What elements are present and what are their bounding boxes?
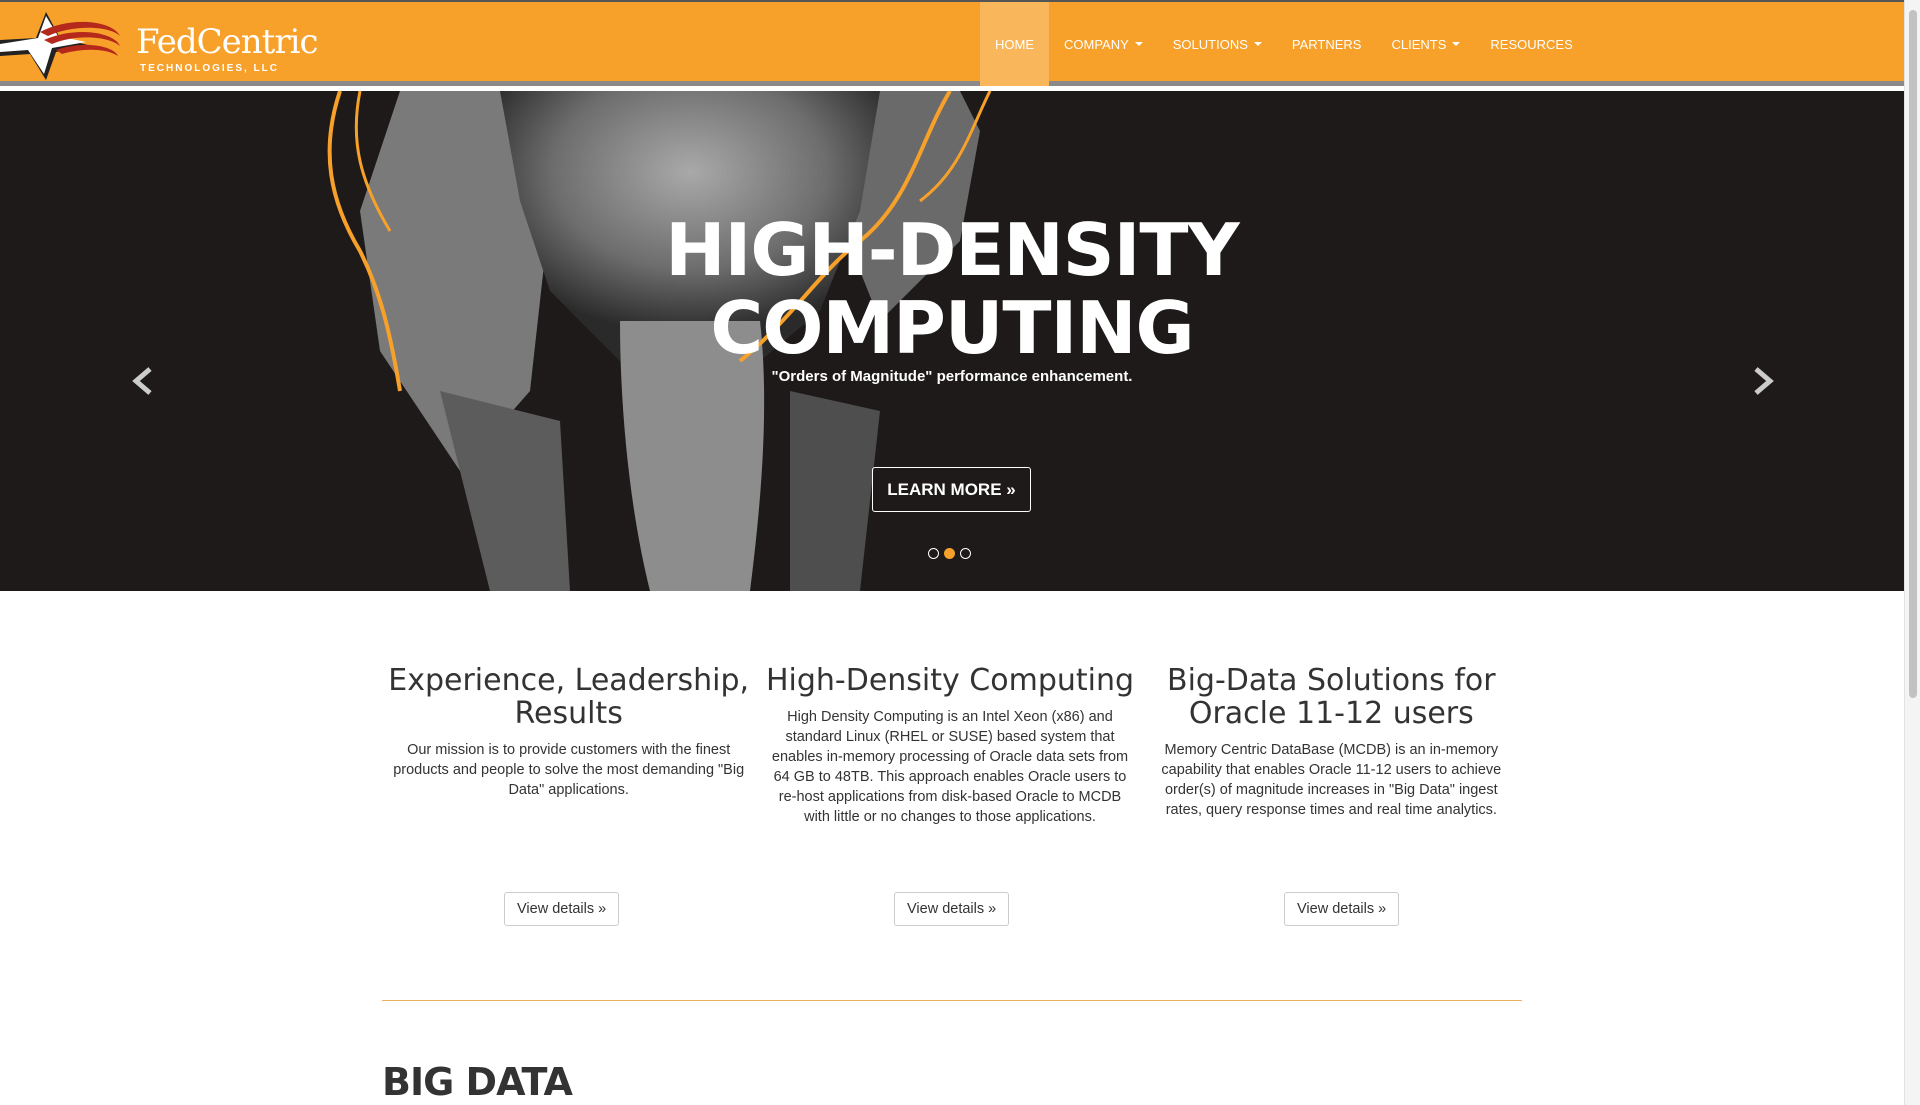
feature-column: High-Density Computing High Density Comp…: [759, 664, 1140, 827]
view-details-button-1[interactable]: View details »: [504, 892, 620, 926]
brand-logo[interactable]: FedCentric TECHNOLOGIES, LLC: [0, 10, 318, 86]
hero-carousel: HIGH-DENSITY COMPUTING "Orders of Magnit…: [0, 91, 1904, 591]
carousel-dot-2[interactable]: [944, 548, 955, 559]
star-swoosh-icon: [0, 12, 120, 80]
scrollbar[interactable]: [1904, 0, 1920, 1105]
carousel-dot-3[interactable]: [960, 548, 971, 559]
nav-label: COMPANY: [1064, 36, 1129, 52]
feature-text: Memory Centric DataBase (MCDB) is an in-…: [1161, 742, 1502, 818]
nav-item-partners[interactable]: PARTNERS: [1277, 2, 1377, 86]
nav-label: PARTNERS: [1291, 36, 1362, 52]
feature-column: Experience, Leadership, Results Our miss…: [378, 664, 759, 827]
section-title: BIG DATA: [382, 1060, 573, 1104]
nav-label: SOLUTIONS: [1172, 36, 1248, 52]
page: FedCentric TECHNOLOGIES, LLC HOME COMPAN…: [0, 0, 1920, 1105]
nav-label: RESOURCES: [1490, 36, 1573, 52]
navbar: FedCentric TECHNOLOGIES, LLC HOME COMPAN…: [0, 0, 1904, 86]
nav-item-home[interactable]: HOME: [980, 2, 1049, 86]
chevron-left-icon[interactable]: [124, 361, 164, 401]
feature-text: High Density Computing is an Intel Xeon …: [771, 709, 1129, 825]
brand-name: FedCentric: [136, 22, 318, 62]
view-details-button-2[interactable]: View details »: [894, 892, 1010, 926]
section-divider: [382, 1000, 1522, 1001]
nav-item-solutions[interactable]: SOLUTIONS: [1158, 2, 1277, 86]
carousel-indicators: [928, 548, 971, 559]
carousel-dot-1[interactable]: [928, 548, 939, 559]
hero-title: HIGH-DENSITY COMPUTING: [0, 211, 1904, 367]
scrollbar-thumb[interactable]: [1909, 10, 1917, 698]
nav-label: CLIENTS: [1391, 36, 1447, 52]
nav-item-company[interactable]: COMPANY: [1049, 2, 1158, 86]
feature-title: High-Density Computing: [765, 663, 1135, 698]
nav-item-resources[interactable]: RESOURCES: [1475, 2, 1587, 86]
nav-item-clients[interactable]: CLIENTS: [1376, 2, 1475, 86]
feature-text: Our mission is to provide customers with…: [393, 742, 745, 798]
hero-subtitle: "Orders of Magnitude" performance enhanc…: [771, 368, 1133, 385]
nav-label: HOME: [995, 36, 1034, 52]
view-details-button-3[interactable]: View details »: [1284, 892, 1400, 926]
caret-down-icon: [1452, 42, 1461, 46]
chevron-right-icon[interactable]: [1742, 361, 1782, 401]
feature-columns: Experience, Leadership, Results Our miss…: [378, 664, 1522, 827]
brand-sub: TECHNOLOGIES, LLC: [140, 63, 279, 74]
learn-more-button[interactable]: LEARN MORE »: [872, 467, 1031, 512]
hero-title-line2: COMPUTING: [710, 286, 1194, 370]
caret-down-icon: [1253, 42, 1262, 46]
caret-down-icon: [1134, 42, 1143, 46]
main-nav: HOME COMPANY SOLUTIONS PARTNERS CLIENTS …: [980, 2, 1588, 86]
feature-column: Big-Data Solutions for Oracle 11-12 user…: [1141, 664, 1522, 827]
hero-title-line1: HIGH-DENSITY: [665, 208, 1239, 292]
feature-title: Big-Data Solutions for Oracle 11-12 user…: [1167, 663, 1496, 731]
feature-title: Experience, Leadership, Results: [388, 663, 750, 731]
